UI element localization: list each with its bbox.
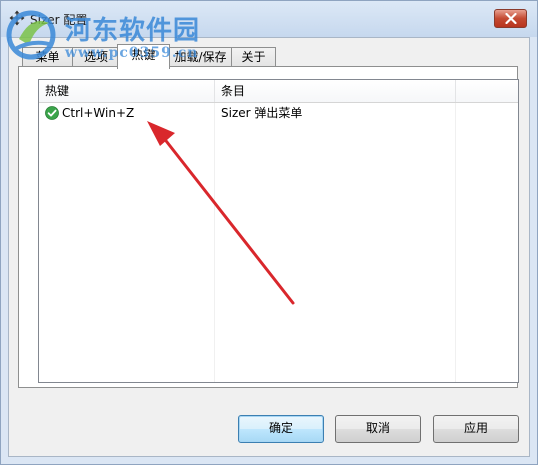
check-icon (45, 106, 59, 120)
sizer-config-window: Sizer 配置 菜单 选项 热键 加载/保存 关于 热键 条目 Ctrl+Wi… (0, 0, 538, 465)
tab-load-save[interactable]: 加载/保存 (169, 47, 232, 67)
column-header-hotkey[interactable]: 热键 (39, 80, 215, 102)
window-title: Sizer 配置 (30, 13, 88, 27)
column-header-empty[interactable] (456, 80, 518, 102)
column-divider (214, 103, 215, 382)
client-area: 菜单 选项 热键 加载/保存 关于 热键 条目 Ctrl+Win+Z Sizer… (8, 37, 530, 457)
title-bar[interactable]: Sizer 配置 (1, 1, 537, 37)
close-icon (505, 13, 517, 24)
tab-options[interactable]: 选项 (72, 47, 120, 67)
hotkey-list[interactable]: 热键 条目 Ctrl+Win+Z Sizer 弹出菜单 (38, 79, 519, 383)
close-button[interactable] (494, 9, 527, 28)
hotkeys-tab-panel: 热键 条目 Ctrl+Win+Z Sizer 弹出菜单 (18, 66, 519, 388)
column-header-item[interactable]: 条目 (215, 80, 456, 102)
hotkey-row[interactable]: Ctrl+Win+Z Sizer 弹出菜单 (39, 103, 518, 123)
hotkey-cell: Ctrl+Win+Z (62, 106, 135, 120)
tab-menu[interactable]: 菜单 (22, 47, 73, 67)
cancel-button[interactable]: 取消 (335, 415, 421, 443)
tab-about[interactable]: 关于 (231, 47, 276, 67)
ok-button[interactable]: 确定 (238, 415, 324, 443)
item-cell: Sizer 弹出菜单 (221, 106, 303, 120)
tab-hotkeys[interactable]: 热键 (117, 44, 170, 69)
list-header: 热键 条目 (39, 80, 518, 103)
column-divider (455, 103, 456, 382)
move-arrows-icon (9, 10, 25, 26)
apply-button[interactable]: 应用 (433, 415, 519, 443)
